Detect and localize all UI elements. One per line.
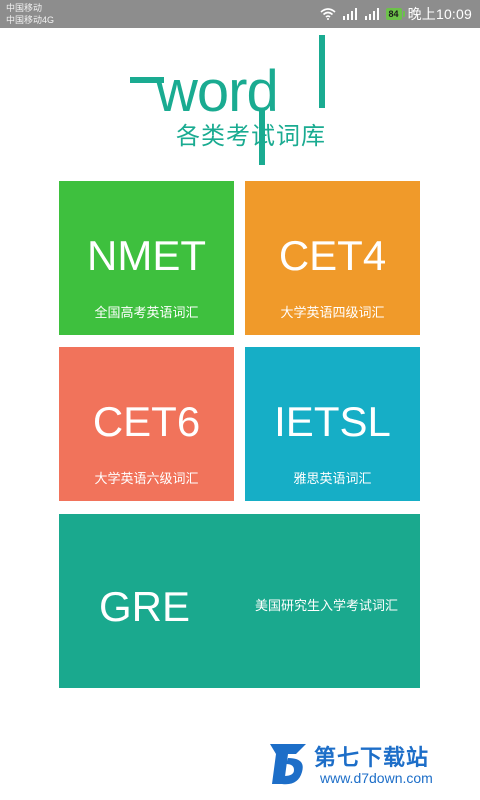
wifi-icon [320, 8, 336, 20]
signal-icon-4g [364, 8, 380, 20]
tile-code: CET4 [278, 232, 387, 279]
carrier-label-1: 中国移动 [6, 3, 43, 13]
tile-desc: 全国高考英语词汇 [94, 305, 199, 320]
watermark-name: 第七下载站 [314, 745, 430, 770]
tile-gre[interactable]: GRE 美国研究生入学考试词汇 [59, 514, 420, 688]
tile-desc: 大学英语六级词汇 [94, 471, 199, 486]
signal-icon [342, 8, 358, 20]
tile-code: NMET [87, 232, 206, 279]
tile-cet6[interactable]: CET6 大学英语六级词汇 [59, 347, 234, 501]
tile-cet4[interactable]: CET4 大学英语四级词汇 [245, 181, 420, 335]
tile-desc: 美国研究生入学考试词汇 [255, 598, 399, 613]
watermark-logo-icon [270, 744, 306, 785]
tile-code: GRE [99, 583, 191, 630]
tile-code: CET6 [92, 398, 201, 445]
status-icons: 84 晚上10:09 [320, 0, 472, 28]
tile-nmet[interactable]: NMET 全国高考英语词汇 [59, 181, 234, 335]
tile-ietsl[interactable]: IETSL 雅思英语词汇 [245, 347, 420, 501]
app-logo: word 各类考试词库 [120, 30, 360, 170]
watermark-url: www.d7down.com [320, 770, 433, 786]
logo-subtitle: 各类考试词库 [176, 123, 326, 150]
logo-word: word [156, 59, 279, 124]
watermark: 第七下载站 www.d7down.com [266, 740, 466, 792]
status-bar: 中国移动 中国移动4G 84 晚上10:09 [0, 0, 480, 28]
tile-code: IETSL [274, 398, 391, 445]
battery-icon: 84 [385, 8, 405, 20]
clock: 晚上10:09 [407, 6, 472, 22]
tile-desc: 雅思英语词汇 [293, 471, 372, 486]
tile-desc: 大学英语四级词汇 [280, 305, 385, 320]
carrier-label-2: 中国移动4G [6, 15, 55, 25]
